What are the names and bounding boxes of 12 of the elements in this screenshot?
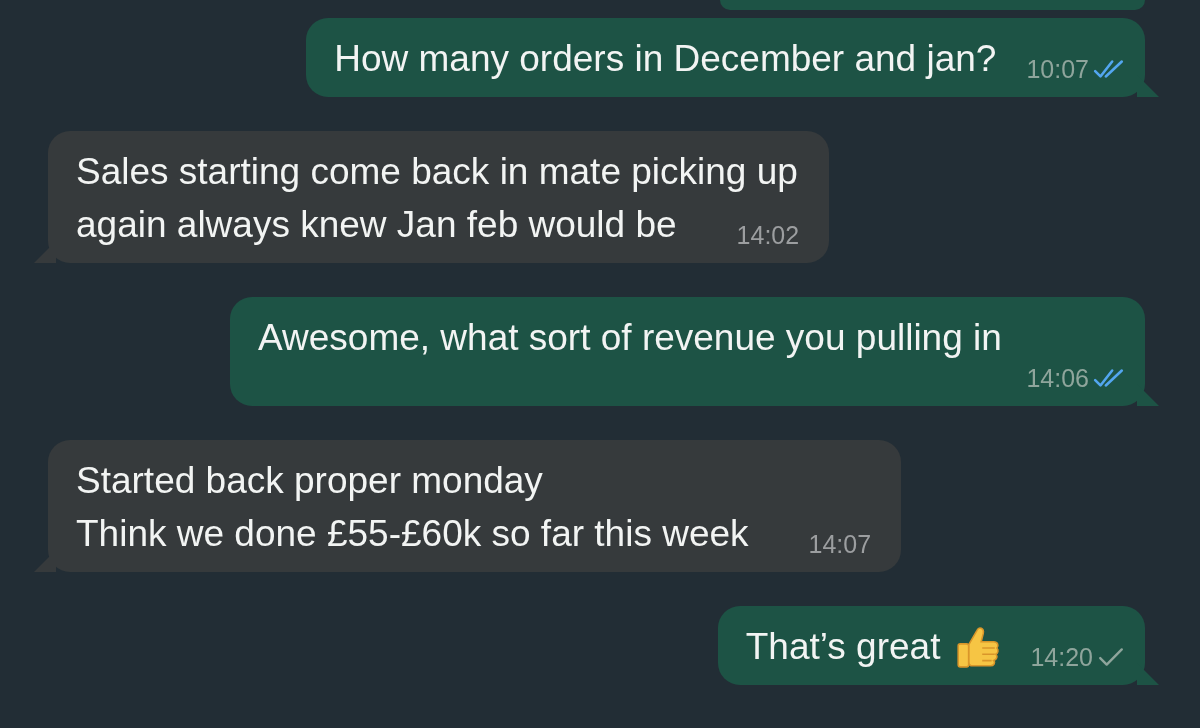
message-text: How many orders in December and jan? xyxy=(334,37,997,81)
message-time: 14:07 xyxy=(808,530,872,558)
message-time: 10:07 xyxy=(1026,55,1089,83)
message-text: Sales starting come back in mate picking up xyxy=(76,150,798,194)
message-time: 14:20 xyxy=(1030,643,1093,671)
message-text: Started back proper monday xyxy=(76,459,543,503)
message-text: That’s great xyxy=(745,625,941,669)
message-time: 14:06 xyxy=(1026,364,1089,392)
message-text: Awesome, what sort of revenue you pulling in xyxy=(258,316,1002,360)
message-time: 14:02 xyxy=(736,221,800,249)
message-text: Think we done £55-£60k so far this week xyxy=(76,512,749,556)
message-text: again always knew Jan feb would be xyxy=(76,203,677,247)
